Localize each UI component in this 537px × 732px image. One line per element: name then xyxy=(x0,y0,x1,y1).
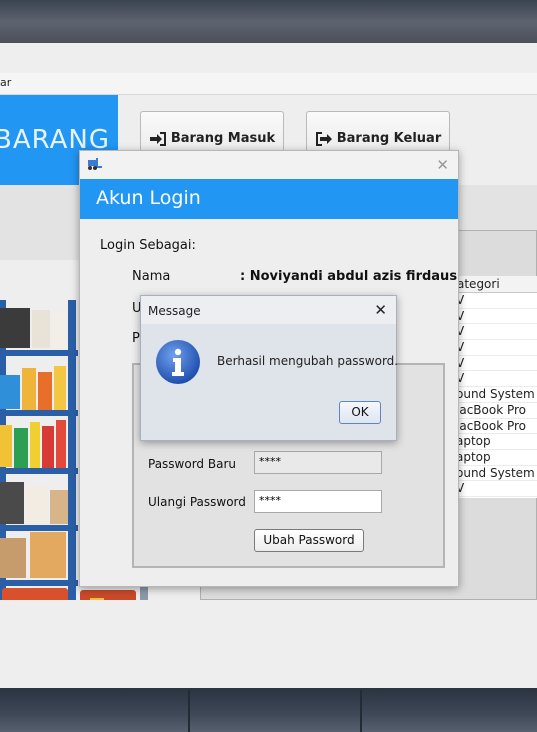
message-text: Berhasil mengubah password. xyxy=(217,354,399,368)
password-baru-label: Password Baru xyxy=(148,457,236,471)
message-dialog: Message ✕ Berhasil mengubah password. OK xyxy=(140,295,399,441)
barang-masuk-label: Barang Masuk xyxy=(170,131,276,146)
message-title: Message xyxy=(148,304,201,318)
barang-keluar-label: Barang Keluar xyxy=(336,131,442,146)
forklift-icon xyxy=(88,158,102,170)
dialog-banner-title: Akun Login xyxy=(80,179,458,219)
ulangi-password-field[interactable]: **** xyxy=(254,490,382,513)
sign-in-icon xyxy=(149,132,166,146)
sign-out-icon xyxy=(315,132,332,146)
table-row[interactable]: ound System xyxy=(456,387,537,403)
nama-value: : Noviyandi abdul azis firdaus xyxy=(240,269,458,284)
table-row[interactable]: V xyxy=(456,481,537,497)
nama-label: Nama xyxy=(132,269,171,284)
ulangi-password-label: Ulangi Password xyxy=(148,495,246,509)
menubar[interactable]: ar xyxy=(0,73,537,95)
floor-line xyxy=(188,690,190,732)
table-row[interactable]: aptop xyxy=(456,434,537,450)
table-column-header-kategori[interactable]: ategori xyxy=(456,276,537,293)
table-row[interactable]: aptop xyxy=(456,450,537,466)
menu-item[interactable]: ar xyxy=(0,76,11,89)
close-icon[interactable]: ✕ xyxy=(374,301,387,319)
floor-line xyxy=(360,690,362,732)
ok-button[interactable]: OK xyxy=(339,401,381,424)
table-row[interactable]: V xyxy=(456,340,537,356)
table-row[interactable]: V xyxy=(456,371,537,388)
table-row[interactable]: V xyxy=(456,356,537,372)
info-icon xyxy=(156,340,200,384)
close-icon[interactable]: ✕ xyxy=(436,156,449,174)
table-row[interactable]: lacBook Pro xyxy=(456,419,537,435)
table-row[interactable]: V xyxy=(456,324,537,341)
items-table: V V V V V V ound System lacBook Pro lacB… xyxy=(456,293,537,498)
desktop-floor xyxy=(0,688,537,732)
table-row[interactable]: V xyxy=(456,309,537,325)
table-row[interactable]: ound System xyxy=(456,466,537,482)
table-row[interactable]: V xyxy=(456,293,537,309)
password-baru-field[interactable]: **** xyxy=(254,451,382,474)
password-label: P xyxy=(132,331,140,346)
dialog-titlebar[interactable]: ✕ xyxy=(80,151,458,179)
login-sebagai-label: Login Sebagai: xyxy=(100,238,196,253)
table-row[interactable]: lacBook Pro xyxy=(456,403,537,419)
message-titlebar[interactable]: Message ✕ xyxy=(141,296,396,324)
ubah-password-button[interactable]: Ubah Password xyxy=(254,529,364,552)
